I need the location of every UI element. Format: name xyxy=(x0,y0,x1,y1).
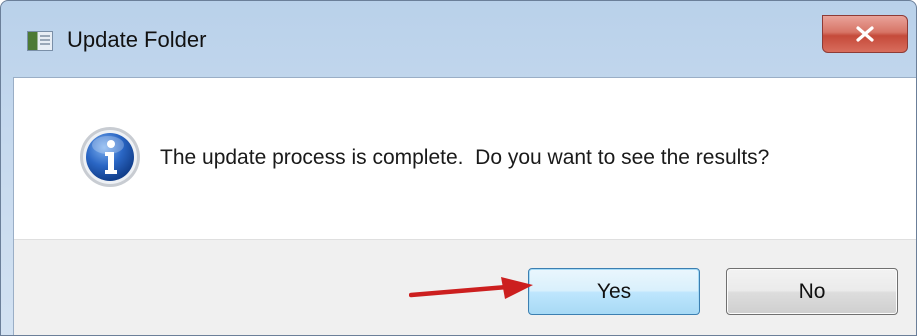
dialog-window: Update Folder The update process is comp… xyxy=(0,0,917,336)
window-title: Update Folder xyxy=(67,27,207,52)
red-arrow-pointer-icon xyxy=(409,277,533,299)
dialog-message: The update process is complete. Do you w… xyxy=(160,146,770,169)
yes-button[interactable]: Yes xyxy=(528,268,700,315)
close-x-icon xyxy=(856,26,874,42)
no-button[interactable]: No xyxy=(726,268,898,315)
app-window-icon xyxy=(27,31,53,51)
close-button[interactable] xyxy=(822,15,908,53)
title-bar[interactable]: Update Folder xyxy=(1,1,916,71)
information-icon xyxy=(80,127,140,187)
